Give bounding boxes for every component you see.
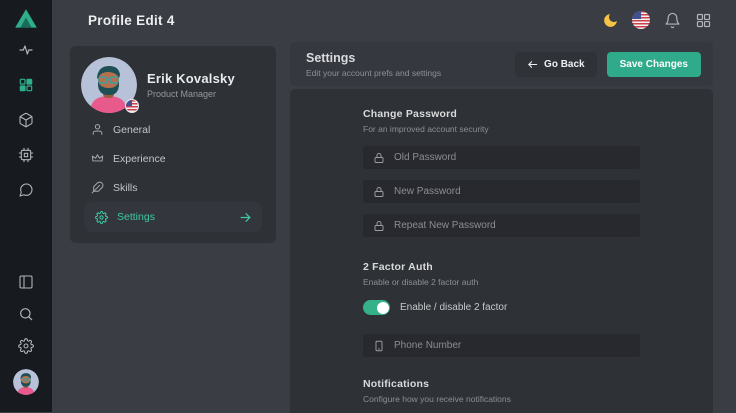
crown-icon (91, 152, 104, 165)
apps-grid-icon[interactable] (694, 11, 712, 29)
new-password-field[interactable] (363, 180, 640, 203)
avatar-country-flag-badge (125, 99, 139, 113)
icon-rail (0, 0, 52, 412)
profile-role: Product Manager (147, 89, 235, 99)
settings-gear-icon (95, 211, 108, 224)
smartphone-icon (373, 340, 385, 352)
toggle-label: Enable / disable 2 factor (400, 302, 507, 313)
new-password-input[interactable] (394, 186, 630, 197)
save-changes-button[interactable]: Save Changes (607, 52, 701, 77)
bell-icon[interactable] (663, 11, 681, 29)
panel-icon[interactable] (17, 273, 35, 291)
profile-card: Erik Kovalsky Product Manager General Ex… (70, 46, 276, 243)
go-back-button[interactable]: Go Back (515, 52, 597, 77)
chat-icon[interactable] (17, 181, 35, 199)
topbar: Profile Edit 4 (52, 0, 736, 40)
profile-menu: General Experience Skills Settings (70, 113, 276, 232)
settings-body: Change Password For an improved account … (290, 89, 713, 413)
menu-item-label: Settings (117, 211, 155, 223)
settings-header: Settings Edit your account prefs and set… (290, 42, 713, 86)
phone-number-field[interactable] (363, 334, 640, 357)
topbar-actions (601, 11, 736, 29)
section-title: 2 Factor Auth (363, 261, 640, 273)
feather-icon (91, 181, 104, 194)
cpu-icon[interactable] (17, 146, 35, 164)
box-icon[interactable] (17, 111, 35, 129)
menu-item-general[interactable]: General (84, 115, 262, 144)
section-title: Change Password (363, 108, 640, 120)
section-title: Notifications (363, 378, 640, 390)
activity-icon[interactable] (17, 41, 35, 59)
arrow-right-icon (239, 211, 262, 224)
menu-item-experience[interactable]: Experience (84, 144, 262, 173)
app-logo-triangle-icon[interactable] (13, 6, 39, 32)
lock-icon (373, 220, 385, 232)
settings-header-titles: Settings Edit your account prefs and set… (306, 51, 441, 78)
section-subtitle: For an improved account security (363, 124, 640, 134)
settings-subtitle: Edit your account prefs and settings (306, 68, 441, 78)
old-password-field[interactable] (363, 146, 640, 169)
menu-item-label: Skills (113, 182, 138, 194)
section-two-factor: 2 Factor Auth Enable or disable 2 factor… (363, 261, 640, 357)
menu-item-label: General (113, 124, 150, 136)
lock-icon (373, 152, 385, 164)
two-factor-toggle-row: Enable / disable 2 factor (363, 300, 640, 315)
go-back-label: Go Back (544, 59, 585, 70)
arrow-left-icon (527, 59, 538, 70)
rail-user-avatar[interactable] (13, 369, 39, 395)
section-change-password: Change Password For an improved account … (363, 108, 640, 237)
section-subtitle: Enable or disable 2 factor auth (363, 277, 640, 287)
dashboard-grid-icon[interactable] (17, 76, 35, 94)
profile-name: Erik Kovalsky (147, 71, 235, 86)
repeat-password-input[interactable] (394, 220, 630, 231)
menu-item-skills[interactable]: Skills (84, 173, 262, 202)
section-subtitle: Configure how you receive notifications (363, 394, 640, 404)
profile-info: Erik Kovalsky Product Manager (147, 71, 235, 99)
section-notifications: Notifications Configure how you receive … (363, 378, 640, 404)
settings-content: Change Password For an improved account … (363, 89, 640, 404)
lock-icon (373, 186, 385, 198)
two-factor-toggle[interactable] (363, 300, 390, 315)
avatar (81, 57, 137, 113)
search-icon[interactable] (17, 305, 35, 323)
us-flag-icon[interactable] (632, 11, 650, 29)
menu-item-label: Experience (113, 153, 166, 165)
settings-header-buttons: Go Back Save Changes (515, 52, 701, 77)
toggle-knob (377, 302, 389, 314)
user-icon (91, 123, 104, 136)
profile-card-header: Erik Kovalsky Product Manager (70, 46, 276, 113)
menu-item-settings[interactable]: Settings (84, 202, 262, 232)
page-title: Profile Edit 4 (88, 13, 175, 28)
moon-icon[interactable] (601, 11, 619, 29)
settings-title: Settings (306, 51, 441, 65)
gear-icon[interactable] (17, 337, 35, 355)
old-password-input[interactable] (394, 152, 630, 163)
repeat-password-field[interactable] (363, 214, 640, 237)
phone-number-input[interactable] (394, 340, 630, 351)
